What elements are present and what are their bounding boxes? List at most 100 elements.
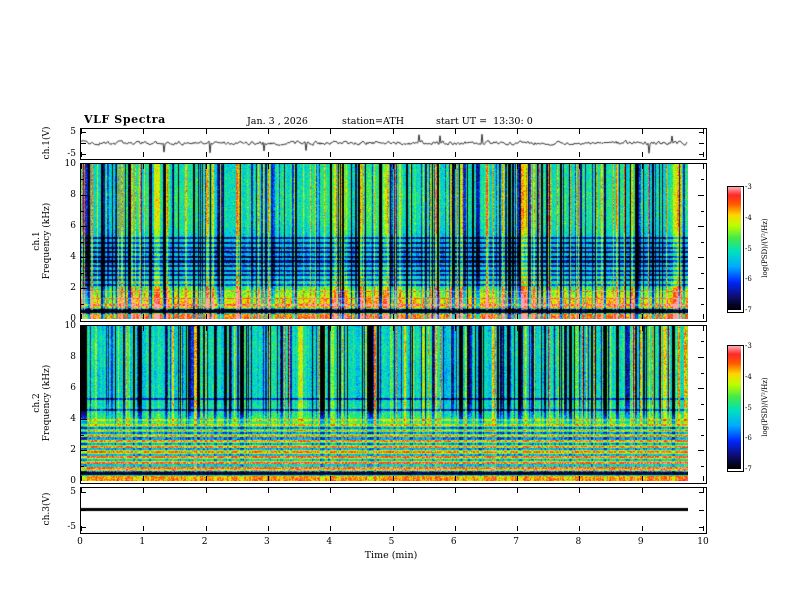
y-tick-mark: [699, 527, 704, 528]
y-tick-label: 5: [70, 487, 76, 498]
x-tick-mark: [143, 314, 144, 319]
x-tick-mark: [517, 164, 518, 169]
x-tick-mark: [517, 129, 518, 134]
plot-station-label: station=ATH: [342, 116, 404, 127]
y-tick-mark: [81, 341, 84, 342]
y-tick-mark: [81, 154, 86, 155]
x-tick-mark: [268, 488, 269, 493]
x-tick-mark: [393, 152, 394, 157]
x-tick-mark: [268, 314, 269, 319]
x-tick-mark: [330, 152, 331, 157]
x-tick-mark: [393, 326, 394, 331]
y-tick-mark: [81, 273, 84, 274]
y-tick-mark: [698, 357, 704, 358]
plot-start-ut-label: start UT = 13:30: 0: [436, 116, 533, 127]
x-tick-mark: [642, 526, 643, 531]
x-tick-mark: [455, 129, 456, 134]
x-tick-mark: [268, 326, 269, 331]
x-tick-mark: [517, 326, 518, 331]
y-tick-mark: [701, 341, 704, 342]
ch2-axis-label-line1: ch.2: [32, 393, 42, 413]
colorbar-tick-label: -6: [745, 434, 752, 443]
plot-title: VLF Spectra: [84, 113, 166, 126]
y-tick-label: 2: [70, 283, 76, 293]
y-tick-mark: [698, 450, 704, 451]
y-tick-mark: [698, 388, 704, 389]
colorbar-tick-label: -5: [745, 244, 752, 253]
x-tick-label: 3: [264, 537, 270, 547]
y-tick-label: 0: [70, 476, 76, 486]
ch1-spectrogram-canvas: [81, 164, 688, 319]
y-tick-mark: [81, 242, 84, 243]
ch3-voltage-axis-label: ch.3(V): [42, 492, 52, 526]
x-tick-mark: [455, 476, 456, 481]
y-tick-mark: [81, 143, 86, 144]
x-tick-label: 10: [697, 537, 709, 547]
x-tick-mark: [81, 326, 82, 331]
y-tick-mark: [81, 211, 84, 212]
y-tick-mark: [81, 179, 84, 180]
y-tick-mark: [81, 466, 84, 467]
x-tick-label: 2: [201, 537, 208, 547]
x-tick-mark: [330, 164, 331, 169]
colorbar-tick-label: -7: [745, 306, 752, 314]
x-tick-mark: [642, 488, 643, 493]
y-tick-mark: [701, 211, 704, 212]
ch1-spectrogram-panel: [80, 163, 707, 322]
x-tick-label: 9: [637, 537, 644, 547]
x-tick-mark: [143, 129, 144, 134]
y-tick-label: 2: [70, 445, 76, 455]
ch3-waveform-canvas: [81, 488, 688, 531]
x-tick-mark: [642, 476, 643, 481]
x-tick-mark: [393, 526, 394, 531]
ch1-axis-label-line2: Frequency (kHz): [42, 202, 52, 280]
y-tick-mark: [698, 288, 704, 289]
x-tick-mark: [517, 152, 518, 157]
ch2-frequency-axis-label: ch.2 Frequency (kHz): [32, 365, 52, 442]
y-tick-mark: [701, 373, 704, 374]
x-tick-mark: [642, 164, 643, 169]
x-tick-mark: [642, 152, 643, 157]
time-axis-label: Time (min): [364, 550, 418, 561]
x-tick-mark: [143, 164, 144, 169]
y-tick-mark: [81, 527, 86, 528]
x-tick-mark: [642, 129, 643, 134]
x-tick-mark: [393, 314, 394, 319]
x-tick-mark: [393, 129, 394, 134]
x-tick-mark: [330, 326, 331, 331]
y-tick-mark: [81, 435, 84, 436]
y-tick-mark: [81, 226, 87, 227]
colorbar-ch2-label: log(PSD)/(V²/Hz): [761, 377, 769, 437]
colorbar-tick-label: -4: [745, 372, 752, 381]
y-tick-label: 6: [70, 221, 76, 231]
x-tick-label: 8: [575, 537, 582, 547]
y-tick-label: 6: [70, 383, 76, 393]
colorbar-tick-label: -4: [745, 213, 752, 222]
ch1-waveform-panel: [80, 128, 707, 160]
colorbar-ch1-label: log(PSD)/(V²/Hz): [761, 218, 769, 278]
y-tick-mark: [701, 179, 704, 180]
y-tick-mark: [699, 510, 704, 511]
x-tick-mark: [81, 164, 82, 169]
y-tick-mark: [701, 273, 704, 274]
y-tick-label: 5: [70, 126, 76, 137]
x-tick-label: 4: [326, 537, 333, 547]
x-tick-mark: [703, 314, 704, 319]
x-tick-mark: [143, 152, 144, 157]
x-tick-mark: [206, 314, 207, 319]
y-tick-mark: [81, 195, 87, 196]
colorbar-ch1-gradient: [728, 187, 741, 310]
x-tick-mark: [81, 314, 82, 319]
ch2-spectrogram-panel: [80, 325, 707, 484]
colorbar-ch1: [727, 186, 744, 313]
y-tick-mark: [81, 288, 87, 289]
x-tick-mark: [579, 129, 580, 134]
x-tick-mark: [143, 488, 144, 493]
y-tick-mark: [81, 510, 86, 511]
y-tick-label: 4: [70, 414, 76, 424]
x-tick-mark: [517, 526, 518, 531]
y-tick-mark: [81, 357, 87, 358]
x-tick-mark: [393, 164, 394, 169]
x-tick-mark: [268, 476, 269, 481]
colorbar-tick-label: -3: [745, 342, 752, 350]
